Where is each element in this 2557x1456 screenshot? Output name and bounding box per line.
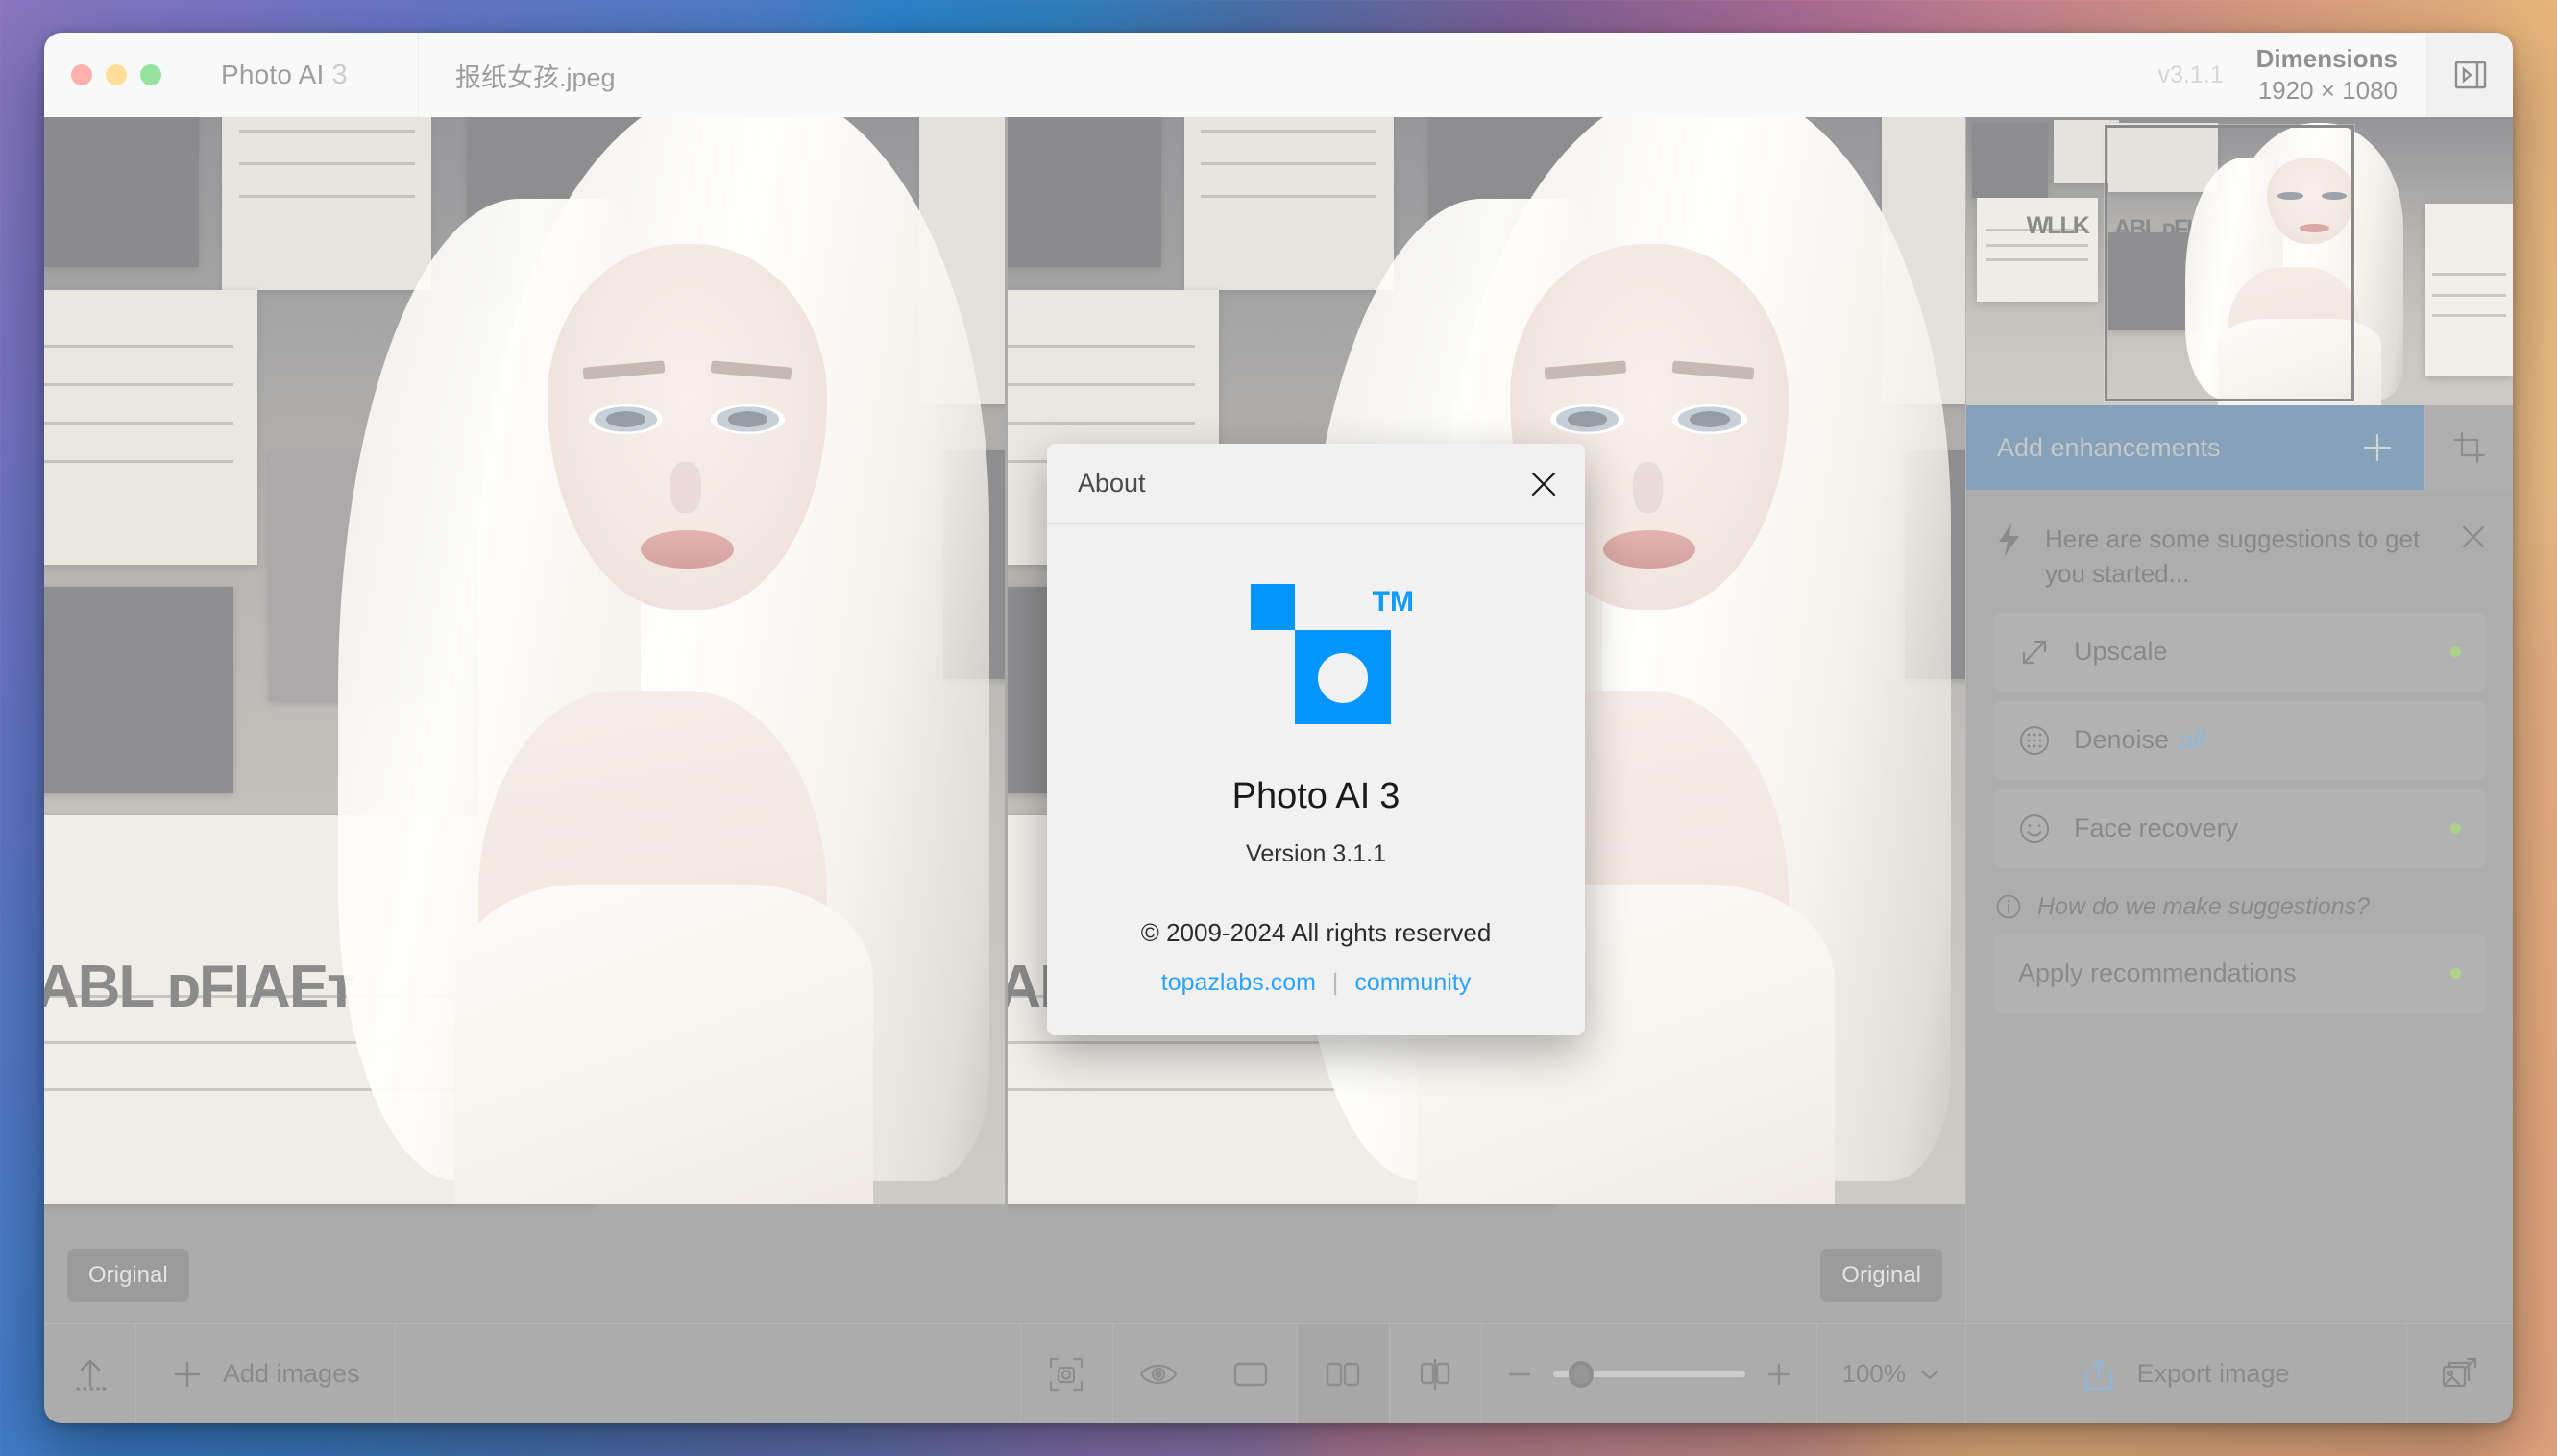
about-product-name-text: Photo AI [1231, 776, 1371, 816]
about-product-number: 3 [1379, 776, 1400, 816]
about-copyright: © 2009-2024 All rights reserved [1140, 918, 1492, 947]
close-icon[interactable] [1527, 468, 1560, 500]
logo-trademark: TM [1372, 586, 1414, 618]
topazlabs-link[interactable]: topazlabs.com [1161, 969, 1316, 996]
logo-small-square [1251, 584, 1295, 630]
link-separator: | [1331, 969, 1339, 996]
about-version: Version 3.1.1 [1246, 840, 1386, 867]
topaz-logo: TM [1210, 584, 1422, 738]
about-links: topazlabs.com | community [1076, 969, 1556, 997]
community-link[interactable]: community [1354, 969, 1471, 996]
about-dialog-title: About [1078, 469, 1146, 497]
logo-circle-cutout [1318, 653, 1368, 703]
about-dialog-header: About [1047, 444, 1585, 524]
app-window: Photo AI3 报纸女孩.jpeg v3.1.1 Dimensions 19… [44, 33, 2513, 1423]
about-product-name: Photo AI 3 [1076, 776, 1556, 817]
about-dialog: About TM Photo AI 3 Version 3.1.1 © 2009-… [1047, 444, 1585, 1035]
about-dialog-body: TM Photo AI 3 Version 3.1.1 © 2009-2024 A… [1047, 524, 1585, 1035]
